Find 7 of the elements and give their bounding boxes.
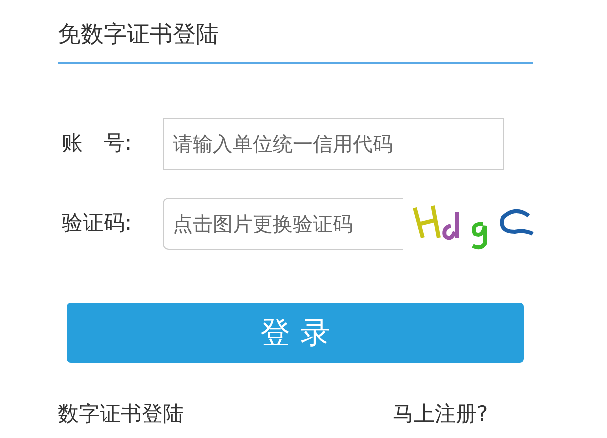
page-title: 免数字证书登陆 — [58, 22, 219, 48]
field-label: 账 号: — [62, 130, 134, 158]
certificate-login-link[interactable]: 数字证书登陆 — [58, 399, 393, 430]
field-label: 验证码: — [62, 210, 134, 238]
register-link[interactable]: 马上注册? — [393, 399, 488, 430]
captcha-field[interactable]: 点击图片更换验证码 — [163, 198, 403, 250]
account-field[interactable]: 请输入单位统一信用代码 — [163, 118, 504, 170]
